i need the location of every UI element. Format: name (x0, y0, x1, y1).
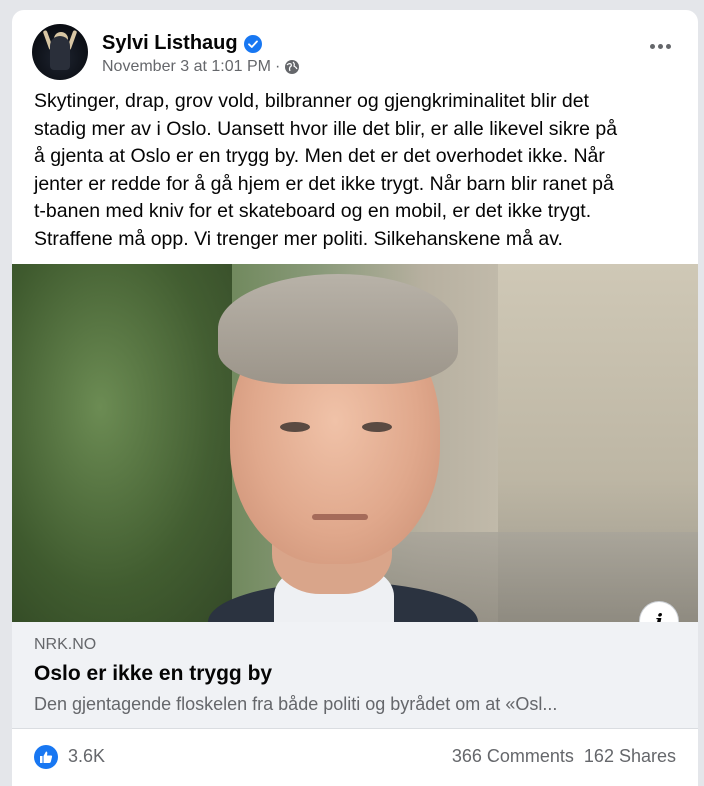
like-count[interactable]: 3.6K (68, 746, 105, 767)
meta-separator: · (274, 58, 281, 75)
author-name[interactable]: Sylvi Listhaug (102, 32, 262, 55)
author-name-text[interactable]: Sylvi Listhaug (102, 32, 238, 55)
avatar[interactable] (32, 24, 88, 80)
post-text-line: å gjenta at Oslo er en trygg by. Men det… (34, 145, 605, 167)
link-title[interactable]: Oslo er ikke en trygg by (34, 662, 272, 686)
verified-badge-icon (243, 34, 262, 53)
post-header: Sylvi Listhaug November 3 at 1:01 PM · (32, 24, 678, 84)
comments-count[interactable]: 366 Comments (452, 746, 574, 767)
post-text-line: stadig mer av i Oslo. Uansett hvor ille … (34, 117, 618, 140)
post-stats: 3.6K 366 Comments 162 Shares (12, 729, 698, 786)
post-meta: November 3 at 1:01 PM · (102, 58, 300, 76)
engagement-counts: 366 Comments 162 Shares (452, 746, 676, 767)
post-text: Skytinger, drap, grov vold, bilbranner o… (34, 88, 684, 253)
link-description: Den gjentagende floskelen fra både polit… (34, 694, 558, 714)
link-preview-image[interactable] (12, 264, 698, 622)
shares-count[interactable]: 162 Shares (584, 746, 676, 767)
timestamp-link[interactable]: November 3 at 1:01 PM (102, 58, 271, 76)
link-preview[interactable]: NRK.NO Oslo er ikke en trygg by Den gjen… (12, 622, 698, 729)
link-domain: NRK.NO (34, 636, 97, 653)
post-text-line: t-banen med kniv for et skateboard og en… (34, 200, 592, 222)
more-options-icon[interactable] (642, 34, 678, 58)
post-text-line: Straffene må opp. Vi trenger mer politi.… (34, 227, 563, 250)
post-text-line: Skytinger, drap, grov vold, bilbranner o… (34, 90, 589, 112)
post-card: Sylvi Listhaug November 3 at 1:01 PM · S… (12, 10, 698, 786)
post-text-line: jenter er redde for å gå hjem er det ikk… (34, 172, 614, 195)
globe-icon[interactable] (284, 59, 300, 75)
like-icon[interactable] (34, 745, 58, 769)
